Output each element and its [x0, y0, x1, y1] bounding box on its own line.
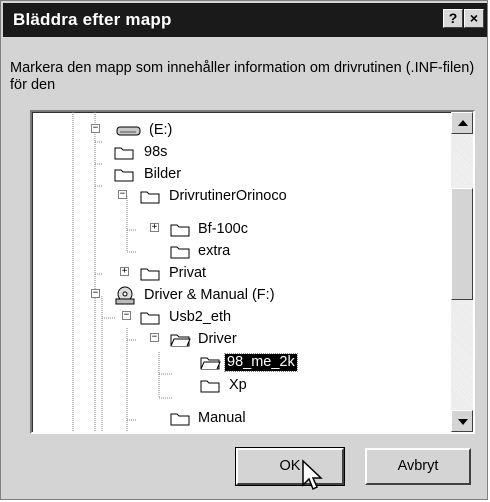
tree-item-label: 98s — [144, 144, 168, 160]
open-folder-icon — [170, 334, 191, 347]
folder-icon — [200, 380, 220, 393]
collapse-toggle[interactable]: − — [91, 124, 100, 133]
cd-drive-icon — [115, 286, 135, 305]
tree-item-e-drive[interactable]: − (E:) — [32, 120, 447, 142]
collapse-toggle[interactable]: − — [118, 190, 127, 199]
close-button[interactable]: × — [464, 9, 484, 28]
tree-item-label: Manual — [198, 410, 246, 426]
expand-toggle[interactable]: + — [120, 267, 129, 276]
tree-item-bf-100c[interactable]: + Bf-100c — [32, 219, 447, 241]
folder-icon — [114, 147, 134, 160]
tree-item-f-drive[interactable]: − Driver & Manual (F:) — [32, 285, 447, 307]
browse-folder-dialog: Bläddra efter mapp ? × Markera den mapp … — [0, 0, 488, 500]
ok-button[interactable]: OK — [235, 447, 345, 486]
tree-item-privat[interactable]: + Privat — [32, 263, 447, 285]
tree-item-label: Xp — [229, 377, 247, 393]
tree-item-extra[interactable]: extra — [32, 241, 447, 263]
tree-item-usb2-eth[interactable]: − Usb2_eth — [32, 307, 447, 329]
folder-icon — [114, 169, 134, 182]
help-button[interactable]: ? — [443, 9, 463, 28]
title-bar[interactable]: Bläddra efter mapp ? × — [3, 3, 487, 37]
collapse-toggle[interactable]: − — [122, 311, 131, 320]
drive-icon — [116, 126, 141, 136]
dialog-title: Bläddra efter mapp — [13, 10, 172, 29]
tree-item-label: extra — [198, 243, 231, 259]
folder-tree: − (E:) 98s Bilder − DrivrutinerOrinoco +… — [32, 112, 447, 432]
folder-icon — [170, 413, 190, 426]
folder-icon — [140, 268, 160, 281]
cancel-button[interactable]: Avbryt — [365, 448, 471, 485]
tree-item-xp[interactable]: Xp — [32, 375, 447, 397]
tree-item-label: Privat — [169, 265, 207, 281]
instruction-text: Markera den mapp som innehåller informat… — [10, 60, 475, 93]
tree-item-label: Bf-100c — [198, 221, 248, 237]
tree-item-manual[interactable]: Manual — [32, 408, 447, 430]
tree-item-label-selected: 98_me_2k — [224, 353, 298, 372]
folder-icon — [140, 191, 160, 204]
scroll-down-button[interactable] — [451, 410, 473, 432]
folder-icon — [170, 246, 190, 259]
open-folder-icon — [200, 357, 221, 370]
tree-item-98s[interactable]: 98s — [32, 142, 447, 164]
tree-item-label: DrivrutinerOrinoco — [169, 188, 287, 204]
tree-item-label: Driver — [198, 331, 237, 347]
arrow-down-icon — [458, 419, 468, 425]
expand-toggle[interactable]: + — [150, 223, 159, 232]
vertical-scrollbar[interactable] — [451, 112, 473, 432]
tree-item-label: (E:) — [149, 122, 173, 138]
tree-item-label: Driver & Manual (F:) — [144, 287, 275, 303]
scroll-up-button[interactable] — [451, 112, 473, 134]
arrow-up-icon — [458, 120, 468, 126]
tree-item-drivrutinerorinoco[interactable]: − DrivrutinerOrinoco — [32, 186, 447, 208]
folder-icon — [140, 312, 160, 325]
collapse-toggle[interactable]: − — [91, 289, 100, 298]
tree-item-label: Bilder — [144, 166, 182, 182]
folder-icon — [170, 224, 190, 237]
tree-item-label: Usb2_eth — [169, 309, 232, 325]
folder-tree-view[interactable]: − (E:) 98s Bilder − DrivrutinerOrinoco +… — [30, 110, 475, 434]
scrollbar-thumb[interactable] — [451, 188, 473, 300]
mouse-cursor-icon — [302, 459, 323, 491]
collapse-toggle[interactable]: − — [150, 333, 159, 342]
tree-item-driver[interactable]: − Driver — [32, 329, 447, 351]
tree-item-98-me-2k[interactable]: 98_me_2k — [32, 352, 447, 374]
tree-item-bilder[interactable]: Bilder — [32, 164, 447, 186]
